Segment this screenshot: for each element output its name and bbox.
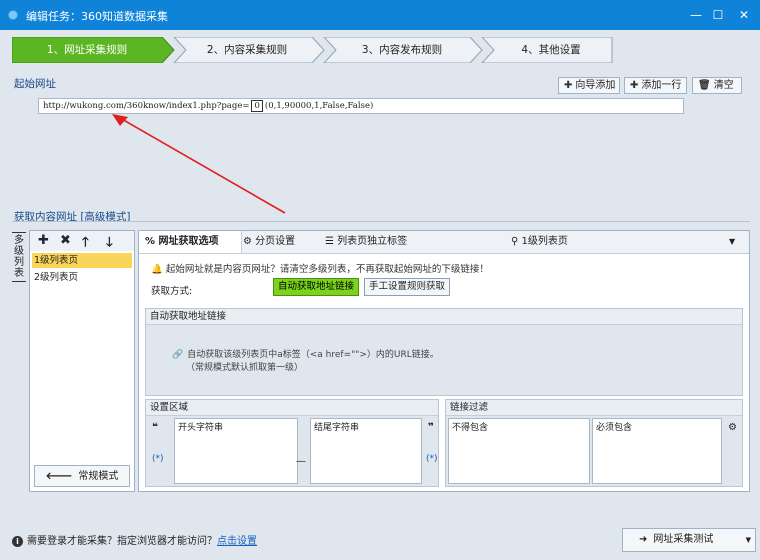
run-icon: ➜ [639,534,648,545]
annotation-arrow [112,114,286,214]
list-icon: ☰ [325,236,334,247]
arrow-up-icon[interactable]: 🡑 [82,233,89,255]
dropdown-arrow-icon[interactable]: ▼ [729,231,743,253]
auto-fetch-button[interactable]: 自动获取地址链接 [273,278,360,296]
settings-area-label: 设置区域 [146,400,438,416]
footer-hint: i 需要登录才能采集？指定浏览器才能访问？点击设置 [12,532,257,547]
gears-icon: ⚙ [243,236,252,247]
minimize-button[interactable]: — [684,6,708,24]
quote-close-icon: ❞ [428,422,434,433]
multi-level-list-label: 多 级 列 表 [12,232,26,282]
add-row-button[interactable]: ✚ 添加一行 [624,77,687,94]
end-string-input[interactable]: 结尾字符串 [310,418,422,484]
url-options-panel: % 网址获取选项 ⚙ 分页设置 ☰ 列表页独立标签 ⚲ 1级列表页 ▼ 🔔 起始… [138,230,750,492]
manual-rule-button[interactable]: 手工设置规则获取 [364,278,451,296]
wildcard-right[interactable]: (*) [426,454,438,464]
start-url-label: 起始网址 [14,78,56,90]
bell-icon: 🔔 [151,264,163,275]
settings-area-group: 设置区域 ❝ (*) 开头字符串 — 结尾字符串 ❞ (*) [145,399,439,487]
level-list: ✚ ✖ 🡑 🡓 1级列表页 2级列表页 🡐 常规模式 [29,230,135,492]
start-string-input[interactable]: 开头字符串 [174,418,298,484]
link-filter-group: 链接过滤 不得包含 必须包含 ⚙ [445,399,743,487]
exclude-input[interactable]: 不得包含 [448,418,590,484]
step-content-rules[interactable]: 2、内容采集规则 [182,37,312,63]
window-title: 编辑任务：360知道数据采集 [26,10,168,23]
window-title-bar: 编辑任务：360知道数据采集 — ☐ ✕ [0,0,760,30]
step-url-rules[interactable]: 1、网址采集规则 [12,37,162,63]
add-icon[interactable]: ✚ [38,233,49,248]
link-icon: % [145,236,156,247]
quote-open-icon: ❝ [152,422,158,433]
start-url-notice: 🔔 起始网址就是内容页网址？请清空多级列表，不再获取起始网址的下级链接！ [151,264,489,275]
trash-icon: 🗑 [698,80,711,91]
settings-link[interactable]: 点击设置 [217,536,257,547]
include-input[interactable]: 必须包含 [592,418,722,484]
method-label: 获取方式: [151,286,193,297]
wildcard-left[interactable]: (*) [152,454,164,464]
plus-icon: ✚ [564,80,573,91]
plus-icon: ✚ [630,80,639,91]
app-logo-icon [8,10,18,20]
close-button[interactable]: ✕ [732,6,756,24]
tab-list-tag[interactable]: ☰ 列表页独立标签 [325,231,435,253]
gear-icon[interactable]: ⚙ [728,422,737,433]
auto-fetch-group: 自动获取地址链接 🔗 自动获取该级列表页中a标签（<a href="">）内的UR… [145,308,743,396]
delete-icon[interactable]: ✖ [60,233,71,248]
pin-icon: ⚲ [511,236,519,247]
step-publish-rules[interactable]: 3、内容发布规则 [334,37,470,63]
url-test-button[interactable]: ➜ 网址采集测试 ▼ [622,528,756,552]
link-filter-label: 链接过滤 [446,400,742,416]
dash-separator: — [296,456,306,467]
auto-fetch-description: 🔗 自动获取该级列表页中a标签（<a href="">）内的URL链接。 （常规模… [172,350,439,373]
clear-button[interactable]: 🗑 清空 [692,77,742,94]
tab-url-options[interactable]: % 网址获取选项 [139,231,242,253]
normal-mode-button[interactable]: 🡐 常规模式 [34,465,130,487]
auto-fetch-group-label: 自动获取地址链接 [146,309,742,325]
level-selector[interactable]: ⚲ 1级列表页 [511,231,611,253]
tab-paging[interactable]: ⚙ 分页设置 [243,231,313,253]
step-other-settings[interactable]: 4、其他设置 [490,37,612,63]
list-toolbar: ✚ ✖ 🡑 🡓 [30,231,134,251]
dropdown-arrow-icon: ▼ [745,536,751,544]
maximize-button[interactable]: ☐ [706,6,730,24]
link-icon: 🔗 [172,350,184,360]
arrow-down-icon[interactable]: 🡓 [106,233,113,255]
info-icon: i [12,536,23,547]
options-tab-bar: % 网址获取选项 ⚙ 分页设置 ☰ 列表页独立标签 ⚲ 1级列表页 ▼ [139,231,749,254]
list-item-level-1[interactable]: 1级列表页 [32,253,132,268]
list-item-level-2[interactable]: 2级列表页 [32,270,132,285]
step-navigation: 1、网址采集规则 2、内容采集规则 3、内容发布规则 4、其他设置 [12,37,754,63]
wizard-add-button[interactable]: ✚ 向导添加 [558,77,620,94]
arrow-left-icon: 🡐 [45,471,73,482]
